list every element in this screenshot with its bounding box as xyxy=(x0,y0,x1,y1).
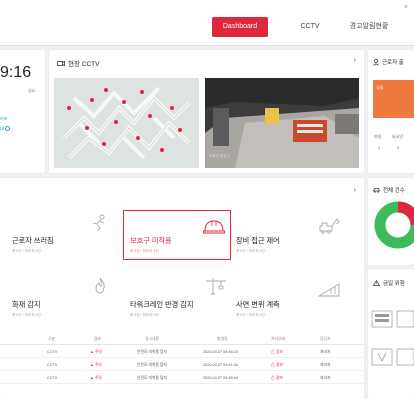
total-count-title: 전체 건수 xyxy=(373,186,405,194)
cell-type: CCTV xyxy=(47,376,58,380)
total-count-donut xyxy=(374,201,414,249)
status-sub-helmet: 총 4건 / 미조치 4건 xyxy=(130,249,159,253)
today-alarm-card: 금일 위험 xyxy=(368,269,414,399)
car-icon xyxy=(373,188,380,193)
col-header-status: 처리상태 xyxy=(271,337,285,341)
status-sub-fire: 총 0건 / 미조치 0건 xyxy=(12,313,41,317)
worker-stat-value: 0 xyxy=(397,145,400,150)
cctv-card: 현장 CCTV › 우회전 출입구 xyxy=(49,50,364,173)
cell-assignee: 처리자 xyxy=(320,376,331,380)
col-header-assignee: 담당자 xyxy=(320,337,331,341)
person-icon xyxy=(373,58,379,66)
fire-icon xyxy=(95,277,105,294)
tab-dashboard[interactable]: Dashboard xyxy=(212,17,268,37)
excavator-icon xyxy=(319,218,340,234)
cell-date: 2020.04.27 09:38:44 xyxy=(203,376,238,380)
col-header-date: 발생일 xyxy=(217,337,228,341)
worker-count-block: 규정 xyxy=(373,80,414,118)
clock-info-line: 러비 xyxy=(0,116,8,121)
status-title-crane[interactable]: 타워크레인 반경 감지 xyxy=(130,300,194,310)
worker-stat-value: 1 xyxy=(378,145,381,150)
helmet-icon xyxy=(203,220,225,234)
status-sub-crane: 총 0건 / 미조치 0건 xyxy=(130,313,159,317)
falling-person-icon xyxy=(92,214,105,232)
cell-assignee: 처리자 xyxy=(320,363,331,367)
tab-alarm-status[interactable]: 경고알림현황 xyxy=(334,17,404,37)
worker-count-label: 규정 xyxy=(376,85,384,90)
worker-card: 근로자 출 규정 여성 외국인 1 0 xyxy=(368,50,414,173)
cell-status: ⚠ 경보 xyxy=(271,363,283,367)
clock-time: 9:16 xyxy=(0,64,32,81)
worker-stat-label: 여성 xyxy=(374,134,382,139)
status-title-equipment[interactable]: 장비 접근 제어 xyxy=(236,236,280,246)
status-title-fire[interactable]: 화재 감지 xyxy=(12,300,40,310)
status-sub-equipment: 총 0건 / 미조치 0건 xyxy=(236,249,265,253)
status-title-fall[interactable]: 근로자 쓰러짐 xyxy=(12,236,54,246)
feed-caption: 우회전 출입구 xyxy=(209,154,230,158)
table-row[interactable]: CCTV ▲ 주의 안전모 미착용 탐지 2020.04.27 09:41:26… xyxy=(0,360,364,371)
cell-level: ▲ 주의 xyxy=(90,363,102,367)
today-alarm-title: 금일 위험 xyxy=(373,279,405,287)
status-sub-fall: 총 0건 / 미조치 0건 xyxy=(12,249,41,253)
worker-title: 근로자 출 xyxy=(373,58,404,66)
floor-plan-map xyxy=(54,78,199,168)
dashboard-page: Dashboard CCTV 경고알림현황 × 9:16 일요 러비 ul 현장… xyxy=(0,0,414,399)
site-floor-plan[interactable] xyxy=(54,78,199,168)
cell-level: ▲ 주의 xyxy=(90,376,102,380)
clock-weekday: 일요 xyxy=(28,88,36,93)
cell-date: 2020.04.27 09:46:23 xyxy=(203,350,238,354)
status-more-chevron-icon[interactable]: › xyxy=(354,187,356,194)
cctv-title: 현장 CCTV xyxy=(57,58,99,68)
cell-content: 안전모 미착용 탐지 xyxy=(137,376,168,380)
slope-sensor-icon xyxy=(318,283,340,297)
cell-content: 안전모 미착용 탐지 xyxy=(137,350,168,354)
cell-level: ▲ 주의 xyxy=(90,350,102,354)
tab-cctv[interactable]: CCTV xyxy=(290,17,330,37)
camera-icon xyxy=(57,60,65,66)
cell-type: CCTV xyxy=(47,363,58,367)
alarm-table-header: 구분 경보 경고내용 발생일 처리상태 담당자 xyxy=(0,334,364,345)
top-nav: Dashboard CCTV 경고알림현황 × xyxy=(0,0,414,46)
alarm-thumbnail-grid xyxy=(371,310,414,366)
worker-stat-label: 외국인 xyxy=(392,134,404,139)
cctv-more-chevron-icon[interactable]: › xyxy=(354,57,356,64)
cctv-live-feed[interactable]: 우회전 출입구 xyxy=(205,78,359,168)
col-header-level: 경보 xyxy=(94,337,101,341)
col-header-content: 경고내용 xyxy=(145,337,159,341)
cell-type: CCTV xyxy=(47,350,58,354)
col-header-type: 구분 xyxy=(48,337,55,341)
cell-content: 안전모 미착용 탐지 xyxy=(137,363,168,367)
tower-crane-icon xyxy=(206,278,226,295)
table-row[interactable]: CCTV ▲ 주의 안전모 미착용 탐지 2020.04.27 09:38:44… xyxy=(0,373,364,384)
status-sub-slope: 총 0건 / 미조치 0건 xyxy=(236,313,265,317)
clock-info-line-2: ul xyxy=(0,126,11,132)
table-row[interactable]: CCTV ▲ 주의 안전모 미착용 탐지 2020.04.27 09:46:23… xyxy=(0,347,364,358)
clock-card: 9:16 일요 러비 ul xyxy=(0,50,45,173)
total-count-card: 전체 건수 xyxy=(368,178,414,265)
close-icon[interactable]: × xyxy=(404,4,408,11)
cell-date: 2020.04.27 09:41:26 xyxy=(203,363,238,367)
status-title-helmet[interactable]: 보호구 미착용 xyxy=(130,236,172,246)
warning-icon xyxy=(373,280,380,286)
status-title-slope[interactable]: 사면 변위 계측 xyxy=(236,300,280,310)
cell-status: ⚠ 경보 xyxy=(271,376,283,380)
cell-assignee: 처리자 xyxy=(320,350,331,354)
cell-status: ⚠ 경보 xyxy=(271,350,283,354)
